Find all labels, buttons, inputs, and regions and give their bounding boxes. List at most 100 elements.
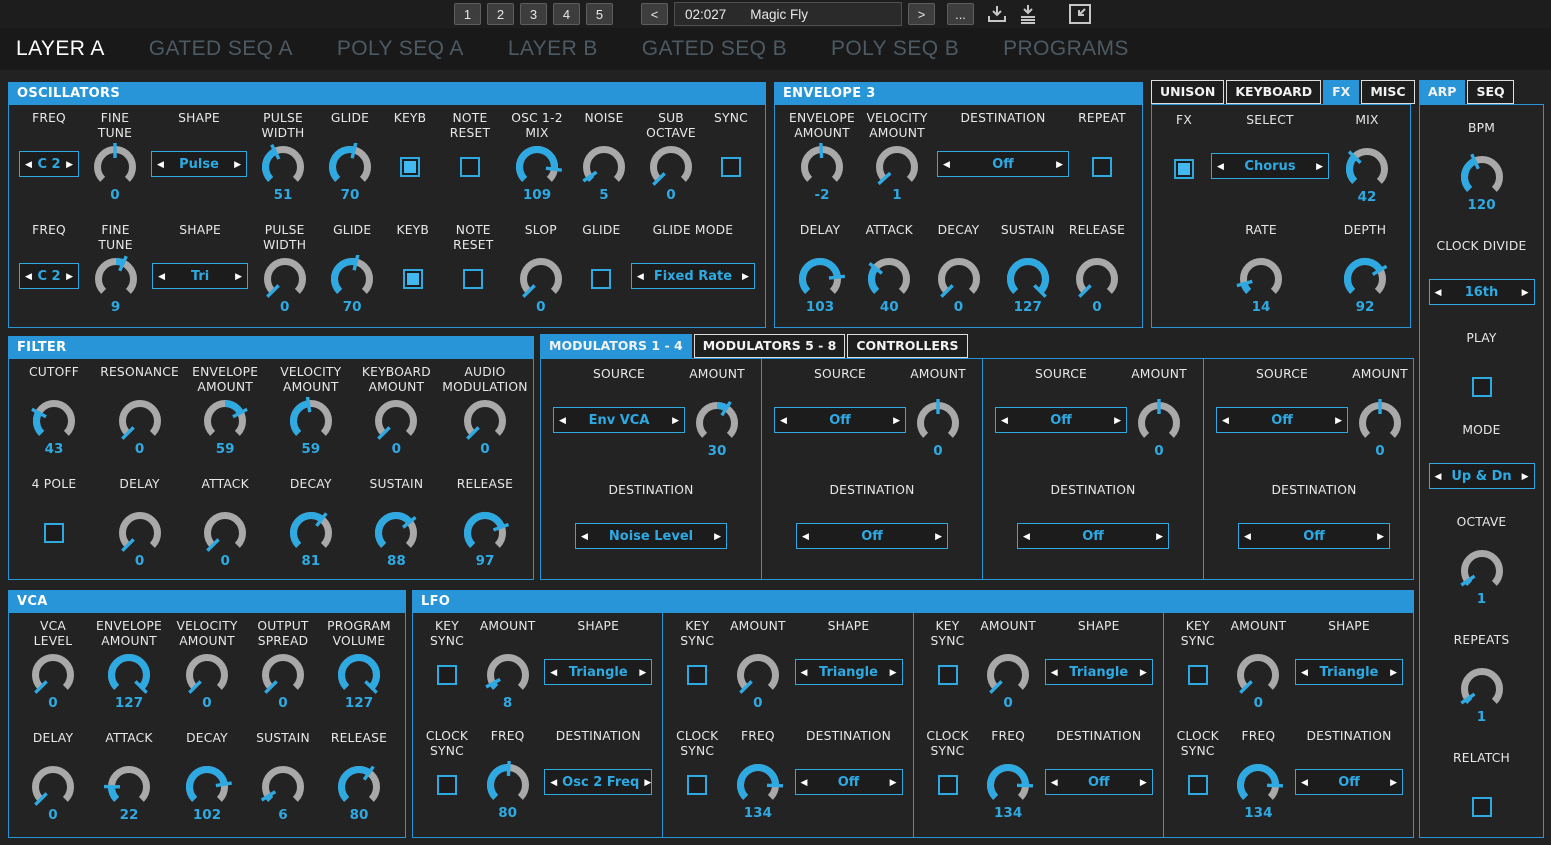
stepper-left-icon[interactable]: ◀ (1046, 667, 1063, 677)
tab-gated-seq-a[interactable]: GATED SEQ A (127, 37, 315, 61)
mod1-destination-stepper[interactable]: ◀ Noise Level ▶ (575, 523, 727, 549)
vca-sustain-knob[interactable] (255, 763, 311, 809)
lfo4-clock-sync-checkbox[interactable] (1187, 775, 1208, 795)
mod1-amount-knob[interactable] (689, 399, 745, 445)
stepper-left-icon[interactable]: ◀ (996, 415, 1013, 425)
filter-attack-knob[interactable] (197, 509, 253, 555)
filter-decay-knob[interactable] (283, 509, 339, 555)
filter-audio-modulation-knob[interactable] (457, 397, 513, 443)
stepper-left-icon[interactable]: ◀ (796, 667, 813, 677)
osc1-pulse-width-knob[interactable] (255, 143, 311, 189)
tab-keyboard[interactable]: KEYBOARD (1226, 80, 1322, 104)
fx-rate-knob[interactable] (1233, 255, 1289, 301)
stepper-right-icon[interactable]: ▶ (930, 531, 947, 541)
lfo1-shape-stepper[interactable]: ◀ Triangle ▶ (544, 659, 653, 685)
stepper-right-icon[interactable]: ▶ (1135, 777, 1152, 787)
lfo4-shape-stepper[interactable]: ◀ Triangle ▶ (1295, 659, 1403, 685)
env3-attack-knob[interactable] (861, 255, 917, 301)
tab-layer-a[interactable]: LAYER A (16, 37, 127, 61)
stepper-left-icon[interactable]: ◀ (576, 531, 593, 541)
stepper-right-icon[interactable]: ▶ (888, 415, 905, 425)
lfo4-destination-stepper[interactable]: ◀ Off ▶ (1295, 769, 1403, 795)
arp-mode-stepper[interactable]: ◀ Up & Dn ▶ (1428, 463, 1535, 489)
vca-level-knob[interactable] (25, 651, 81, 697)
stepper-left-icon[interactable]: ◀ (545, 667, 562, 677)
tab-programs[interactable]: PROGRAMS (981, 37, 1151, 61)
stepper-right-icon[interactable]: ▶ (1517, 471, 1534, 481)
stepper-left-icon[interactable]: ◀ (20, 271, 37, 281)
lfo3-shape-stepper[interactable]: ◀ Triangle ▶ (1044, 659, 1153, 685)
stepper-left-icon[interactable]: ◀ (797, 531, 814, 541)
osc2-keyb-checkbox[interactable] (402, 269, 423, 289)
noise-level-knob[interactable] (576, 143, 632, 189)
mod3-destination-stepper[interactable]: ◀ Off ▶ (1017, 523, 1169, 549)
vca-decay-knob[interactable] (179, 763, 235, 809)
stepper-right-icon[interactable]: ▶ (230, 271, 247, 281)
stepper-right-icon[interactable]: ▶ (634, 667, 651, 677)
lfo3-freq-knob[interactable] (980, 761, 1036, 807)
env3-velocity-amount-knob[interactable] (869, 143, 925, 189)
tab-poly-seq-b[interactable]: POLY SEQ B (809, 37, 981, 61)
tab-unison[interactable]: UNISON (1151, 80, 1225, 104)
env3-delay-knob[interactable] (792, 255, 848, 301)
stepper-left-icon[interactable]: ◀ (1296, 667, 1313, 677)
lfo3-amount-knob[interactable] (980, 651, 1036, 697)
osc2-pulse-width-knob[interactable] (257, 255, 313, 301)
stepper-right-icon[interactable]: ▶ (1051, 159, 1068, 169)
lfo4-freq-knob[interactable] (1230, 761, 1286, 807)
lfo3-key-sync-checkbox[interactable] (937, 665, 958, 685)
tab-misc[interactable]: MISC (1361, 80, 1415, 104)
lfo1-amount-knob[interactable] (480, 651, 536, 697)
stepper-left-icon[interactable]: ◀ (545, 777, 562, 787)
stepper-left-icon[interactable]: ◀ (1046, 777, 1063, 787)
lfo2-key-sync-checkbox[interactable] (687, 665, 708, 685)
mod2-destination-stepper[interactable]: ◀ Off ▶ (796, 523, 948, 549)
tab-modulators-1-4[interactable]: MODULATORS 1 - 4 (540, 334, 692, 358)
filter-velocity-amount-knob[interactable] (283, 397, 339, 443)
arp-play-checkbox[interactable] (1471, 377, 1492, 397)
stepper-right-icon[interactable]: ▶ (61, 159, 78, 169)
lfo2-shape-stepper[interactable]: ◀ Triangle ▶ (794, 659, 903, 685)
mod1-source-stepper[interactable]: ◀ Env VCA ▶ (553, 407, 685, 433)
stepper-left-icon[interactable]: ◀ (1212, 161, 1229, 171)
filter-resonance-knob[interactable] (112, 397, 168, 443)
stepper-right-icon[interactable]: ▶ (1330, 415, 1347, 425)
tab-poly-seq-a[interactable]: POLY SEQ A (315, 37, 486, 61)
stepper-left-icon[interactable]: ◀ (1296, 777, 1313, 787)
mod3-amount-knob[interactable] (1131, 399, 1187, 445)
env3-sustain-knob[interactable] (1000, 255, 1056, 301)
download-icon[interactable] (984, 2, 1010, 26)
preset-3-button[interactable]: 3 (520, 3, 547, 25)
osc1-freq-stepper[interactable]: ◀ C 2 ▶ (19, 151, 79, 177)
lfo2-freq-knob[interactable] (730, 761, 786, 807)
prev-program-button[interactable]: < (641, 3, 668, 25)
vca-attack-knob[interactable] (101, 763, 157, 809)
stepper-right-icon[interactable]: ▶ (1372, 531, 1389, 541)
stepper-right-icon[interactable]: ▶ (1109, 415, 1126, 425)
env3-destination-stepper[interactable]: ◀ Off ▶ (937, 151, 1069, 177)
program-display[interactable]: 02:027 Magic Fly (674, 2, 902, 26)
arp-repeats-knob[interactable] (1454, 665, 1510, 711)
tab-modulators-5-8[interactable]: MODULATORS 5 - 8 (693, 334, 846, 358)
filter-sustain-knob[interactable] (368, 509, 424, 555)
tab-layer-b[interactable]: LAYER B (486, 37, 620, 61)
stepper-left-icon[interactable]: ◀ (1430, 287, 1447, 297)
stepper-left-icon[interactable]: ◀ (1018, 531, 1035, 541)
stepper-right-icon[interactable]: ▶ (667, 415, 684, 425)
vca-velocity-amount-knob[interactable] (179, 651, 235, 697)
filter-keyboard-amount-knob[interactable] (368, 397, 424, 443)
fx-select-stepper[interactable]: ◀ Chorus ▶ (1211, 153, 1329, 179)
stepper-left-icon[interactable]: ◀ (796, 777, 813, 787)
lfo1-key-sync-checkbox[interactable] (437, 665, 457, 685)
stepper-right-icon[interactable]: ▶ (1517, 287, 1534, 297)
lfo3-clock-sync-checkbox[interactable] (937, 775, 958, 795)
vca-program-volume-knob[interactable] (331, 651, 387, 697)
env3-decay-knob[interactable] (931, 255, 987, 301)
osc1-glide-knob[interactable] (322, 143, 378, 189)
env3-repeat-checkbox[interactable] (1092, 157, 1112, 177)
lfo1-clock-sync-checkbox[interactable] (437, 775, 457, 795)
tab-arp[interactable]: ARP (1419, 80, 1466, 104)
stepper-left-icon[interactable]: ◀ (20, 159, 37, 169)
stepper-right-icon[interactable]: ▶ (885, 777, 902, 787)
stepper-right-icon[interactable]: ▶ (61, 271, 78, 281)
